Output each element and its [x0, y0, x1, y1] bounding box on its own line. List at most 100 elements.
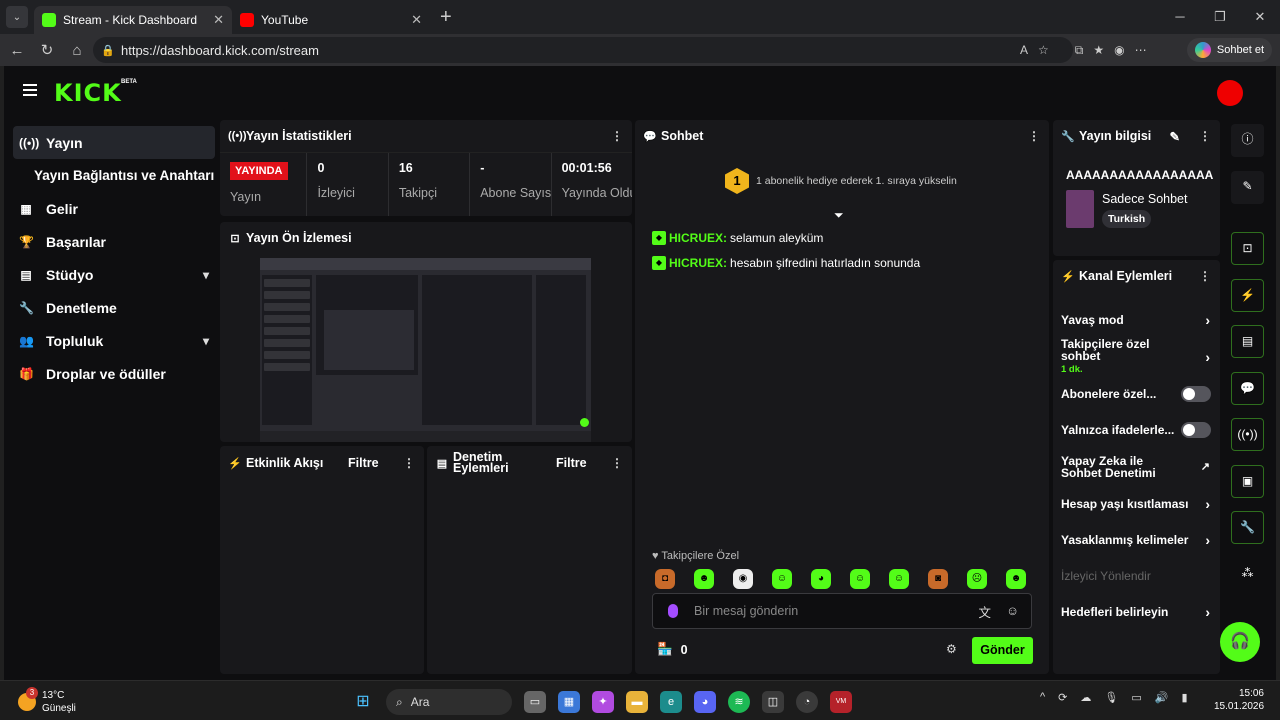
slow-mode-action[interactable]: Yavaş mod ›: [1053, 302, 1220, 338]
home-icon[interactable]: ⌂: [62, 42, 92, 59]
set-goals-action[interactable]: Hedefleri belirleyin ›: [1053, 594, 1220, 630]
edit-icon[interactable]: ✎: [1231, 171, 1264, 204]
sidebar-item-basarilar[interactable]: 🏆 Başarılar: [13, 225, 215, 258]
edit-icon[interactable]: ✎: [1170, 129, 1180, 144]
category-thumbnail[interactable]: [1066, 190, 1094, 228]
emotes-only-toggle[interactable]: [1181, 422, 1211, 438]
chat-bubble-icon[interactable]: 💬: [1231, 372, 1264, 405]
file-explorer-icon[interactable]: ▬: [626, 691, 648, 713]
battery-icon[interactable]: ▮: [1181, 691, 1187, 704]
emote-icon[interactable]: ☻: [694, 569, 714, 589]
filter-button[interactable]: Filtre: [556, 456, 587, 470]
obs-icon[interactable]: ◔: [796, 691, 818, 713]
minimize-icon[interactable]: ─: [1160, 0, 1200, 34]
microphone-icon[interactable]: 🎙: [1104, 691, 1118, 704]
preview-toggle-icon[interactable]: ⊡: [1231, 232, 1264, 265]
url-field[interactable]: 🔒 https://dashboard.kick.com/stream: [93, 37, 1073, 63]
chat-username[interactable]: HICRUEX:: [669, 256, 727, 270]
followers-only-action[interactable]: Takipçilere özel sohbet 1 dk. ›: [1053, 338, 1220, 376]
new-tab-button[interactable]: +: [440, 6, 452, 29]
store-icon[interactable]: ▦: [558, 691, 580, 713]
back-icon[interactable]: ←: [2, 42, 32, 59]
discord-icon[interactable]: ◕: [694, 691, 716, 713]
emote-icon[interactable]: ☺: [850, 569, 870, 589]
more-menu-icon[interactable]: ⋯: [1135, 43, 1147, 57]
more-options-icon[interactable]: ⋮: [1199, 269, 1211, 283]
favorites-icon[interactable]: ★: [1093, 43, 1104, 57]
emote-icon[interactable]: ◙: [928, 569, 948, 589]
help-headset-icon[interactable]: 🎧: [1220, 622, 1260, 662]
chat-username[interactable]: HICRUEX:: [669, 231, 727, 245]
document-icon[interactable]: ▤: [1231, 325, 1264, 358]
more-options-icon[interactable]: ⋮: [403, 456, 415, 470]
emote-icon[interactable]: ☺: [889, 569, 909, 589]
account-age-action[interactable]: Hesap yaşı kısıtlaması ›: [1053, 486, 1220, 522]
layout-icon[interactable]: ▣: [1231, 465, 1264, 498]
category-name[interactable]: Sadece Sohbet: [1102, 192, 1188, 206]
taskbar-search[interactable]: ⌕ Ara: [386, 689, 512, 715]
banned-words-action[interactable]: Yasaklanmış kelimeler ›: [1053, 522, 1220, 558]
translate-icon[interactable]: 文: [978, 602, 991, 621]
broadcast-icon[interactable]: ((•)): [1231, 418, 1264, 451]
send-button[interactable]: Gönder: [972, 637, 1033, 664]
filter-button[interactable]: Filtre: [348, 456, 379, 470]
maximize-icon[interactable]: ❐: [1200, 0, 1240, 34]
stream-preview-video[interactable]: [260, 258, 591, 442]
sidebar-item-droplar[interactable]: 🎁 Droplar ve ödüller: [13, 357, 215, 390]
sync-icon[interactable]: ⟳: [1058, 691, 1067, 704]
emote-icon[interactable]: ☻: [1006, 569, 1026, 589]
favorite-star-icon[interactable]: ☆: [1038, 43, 1049, 57]
sidebar-item-gelir[interactable]: ▦ Gelir: [13, 192, 215, 225]
sidebar-item-denetleme[interactable]: 🔧 Denetleme: [13, 291, 215, 324]
task-view-icon[interactable]: ▭: [524, 691, 546, 713]
apps-icon[interactable]: ⁂: [1231, 558, 1264, 591]
start-windows-icon[interactable]: ⊞: [352, 691, 374, 713]
chat-message-input[interactable]: Bir mesaj gönderin 文 ☺: [652, 593, 1032, 629]
close-tab-icon[interactable]: ✕: [213, 12, 224, 28]
cloud-icon[interactable]: ☁: [1080, 691, 1091, 704]
microphone-icon[interactable]: [668, 604, 678, 618]
copilot-app-icon[interactable]: ✦: [592, 691, 614, 713]
read-aloud-icon[interactable]: A: [1020, 43, 1028, 57]
emote-icon[interactable]: ◉: [733, 569, 753, 589]
close-window-icon[interactable]: ✕: [1240, 0, 1280, 34]
emote-icon[interactable]: ◘: [655, 569, 675, 589]
close-tab-icon[interactable]: ✕: [411, 12, 422, 28]
more-options-icon[interactable]: ⋮: [611, 456, 623, 470]
chat-settings-icon[interactable]: ⚙: [946, 642, 957, 656]
more-options-icon[interactable]: ⋮: [1028, 129, 1040, 143]
extensions-icon[interactable]: ⧉: [1075, 43, 1084, 58]
emote-icon[interactable]: ☹: [967, 569, 987, 589]
gift-sub-banner[interactable]: 1 1 abonelik hediye ederek 1. sıraya yük…: [725, 168, 957, 194]
sidebar-item-yayin[interactable]: ((•)) Yayın: [13, 126, 215, 159]
emoji-icon[interactable]: ☺: [1006, 604, 1019, 618]
app-icon[interactable]: ◫: [762, 691, 784, 713]
more-options-icon[interactable]: ⋮: [611, 129, 623, 143]
chevron-up-icon[interactable]: ^: [1040, 691, 1045, 704]
more-options-icon[interactable]: ⋮: [1199, 129, 1211, 143]
ai-moderation-action[interactable]: Yapay Zeka ile Sohbet Denetimi ↗: [1053, 448, 1220, 486]
subscribers-only-action[interactable]: Abonelere özel...: [1053, 376, 1220, 412]
kick-logo[interactable]: KICK: [54, 79, 122, 107]
browser-tab-youtube[interactable]: YouTube ✕: [232, 6, 430, 34]
sidebar-item-stream-key[interactable]: Yayın Bağlantısı ve Anahtarı: [13, 159, 215, 192]
browser-tab-kick[interactable]: Stream - Kick Dashboard ✕: [34, 6, 232, 34]
live-indicator-dot[interactable]: [1217, 80, 1243, 106]
chevron-down-icon[interactable]: ▾: [203, 334, 209, 348]
sidebar-item-topluluk[interactable]: 👥 Topluluk ▾: [13, 324, 215, 357]
emote-icon[interactable]: ☺: [772, 569, 792, 589]
tab-actions-menu-button[interactable]: ⌄: [6, 6, 28, 28]
taskbar-clock[interactable]: 15:06 15.01.2026: [1214, 687, 1264, 713]
site-info-icon[interactable]: 🔒: [101, 44, 115, 57]
copilot-button[interactable]: Sohbet et: [1186, 38, 1272, 62]
emotes-only-action[interactable]: Yalnızca ifadelerle...: [1053, 412, 1220, 448]
display-icon[interactable]: ▭: [1131, 691, 1141, 704]
store-icon[interactable]: 🏪: [657, 642, 673, 657]
voicemeeter-icon[interactable]: VM: [830, 691, 852, 713]
chevron-down-icon[interactable]: ▾: [203, 268, 209, 282]
subscribers-only-toggle[interactable]: [1181, 386, 1211, 402]
sidebar-item-studyo[interactable]: ▤ Stüdyo ▾: [13, 258, 215, 291]
volume-icon[interactable]: 🔊: [1155, 691, 1169, 704]
info-icon[interactable]: ⓘ: [1231, 124, 1264, 157]
profile-icon[interactable]: ◉: [1114, 43, 1124, 57]
